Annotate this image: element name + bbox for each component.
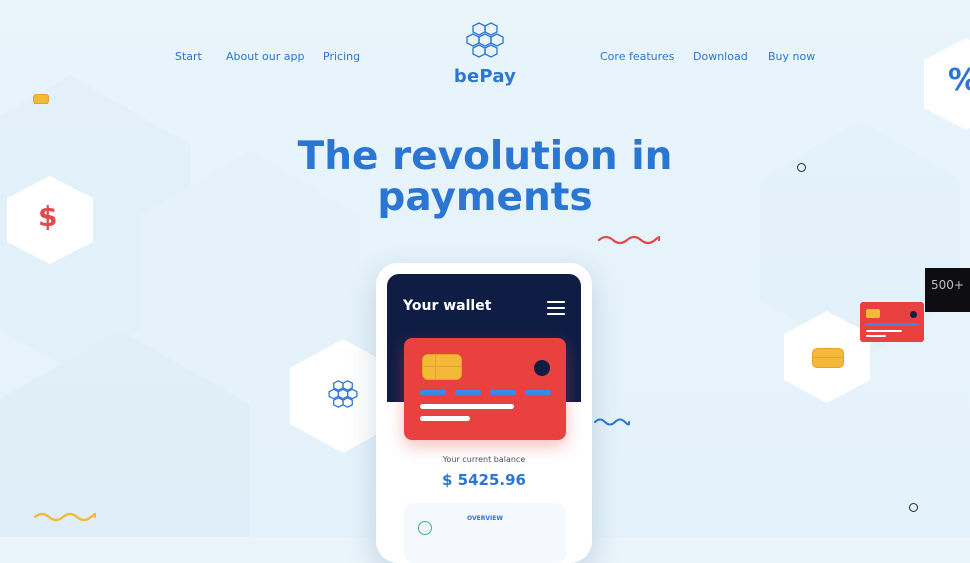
nav-link-download[interactable]: Download — [693, 50, 748, 63]
cube-network-icon — [328, 380, 358, 408]
squiggle-blue-icon — [594, 418, 630, 426]
overview-panel: OVERVIEW — [404, 503, 566, 563]
hero-line-1: The revolution in — [297, 134, 673, 179]
promo-badge: 500+ — [925, 268, 970, 312]
credit-card[interactable] — [404, 338, 566, 440]
squiggle-yellow-icon — [34, 512, 96, 522]
hero-line-2: payments — [377, 175, 593, 220]
card-chip-icon — [33, 94, 49, 104]
nav-link-core-features[interactable]: Core features — [600, 50, 674, 63]
nav-link-pricing[interactable]: Pricing — [323, 50, 360, 63]
card-holder-line — [420, 404, 514, 409]
card-number-block — [420, 390, 446, 395]
nav-link-about[interactable]: About our app — [226, 50, 304, 63]
wallet-title: Your wallet — [403, 298, 492, 314]
brand-name: bePay — [453, 66, 517, 87]
card-chip-icon — [812, 348, 844, 368]
card-chip-icon — [422, 354, 462, 380]
brand-logo[interactable]: bePay — [448, 20, 522, 87]
side-credit-card — [860, 302, 924, 342]
hero-heading: The revolution in payments — [0, 136, 970, 218]
card-number-block — [455, 390, 481, 395]
nav-link-start[interactable]: Start — [175, 50, 202, 63]
card-number-block — [525, 390, 551, 395]
nav-link-buy-now[interactable]: Buy now — [768, 50, 815, 63]
menu-icon[interactable] — [547, 301, 565, 315]
card-number-block — [490, 390, 516, 395]
ring-dot-icon — [797, 163, 806, 172]
overview-ring-icon — [418, 521, 432, 535]
ring-dot-icon — [909, 503, 918, 512]
card-expiry-line — [420, 416, 470, 421]
percent-sign-icon: % — [948, 63, 970, 98]
balance-label: Your current balance — [442, 455, 526, 464]
logo-cubes-icon — [466, 22, 504, 58]
dollar-sign-icon: $ — [38, 200, 58, 233]
squiggle-red-icon — [598, 235, 660, 245]
card-logo-dot — [534, 360, 550, 376]
phone-mockup: Your wallet Your current balance $ 5425.… — [376, 263, 592, 563]
balance-value: $ 5425.96 — [442, 471, 526, 489]
